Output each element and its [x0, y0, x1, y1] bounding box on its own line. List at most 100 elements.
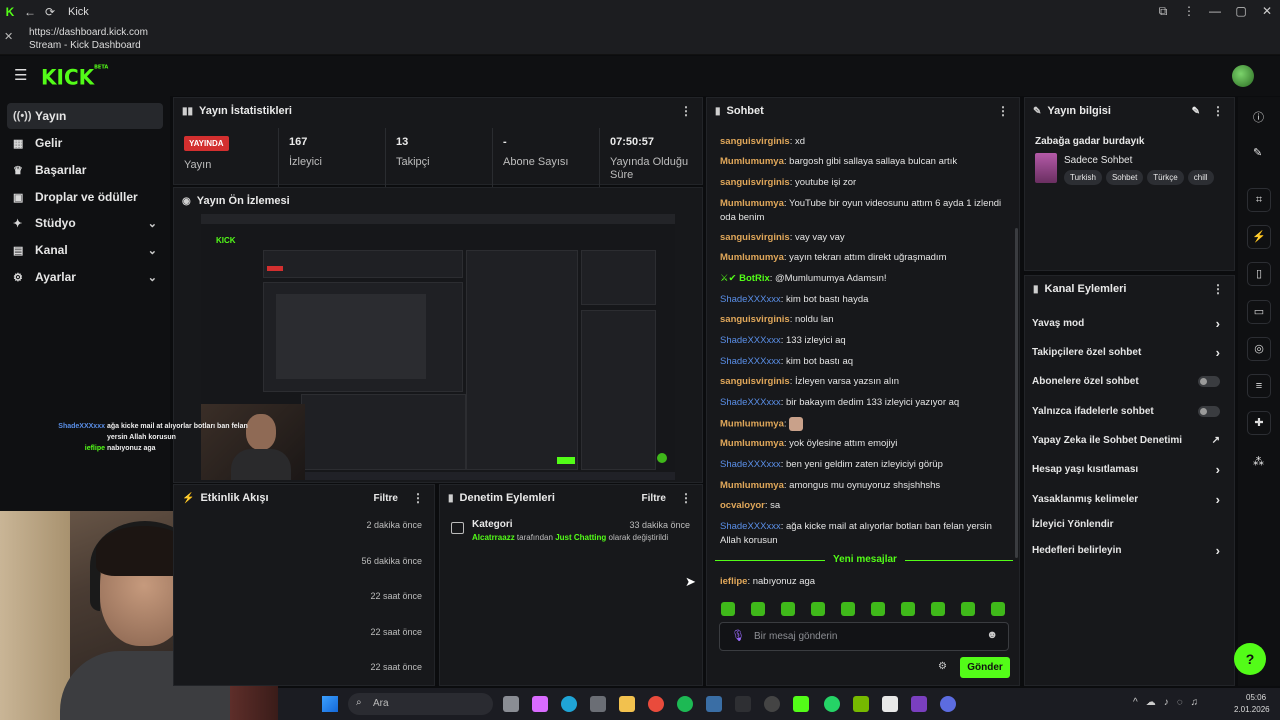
- rail-broadcast-icon[interactable]: ◎: [1247, 337, 1271, 361]
- chat-username[interactable]: ieflipe: [720, 576, 747, 587]
- rail-chat-icon[interactable]: ▭: [1247, 300, 1271, 324]
- chat-username[interactable]: Mumlumumya: [720, 480, 784, 491]
- tag[interactable]: Sohbet: [1105, 170, 1144, 185]
- new-messages-label[interactable]: Yeni mesajlar: [825, 554, 905, 565]
- clock-time[interactable]: 05:06: [1246, 693, 1266, 702]
- taskview-icon[interactable]: [503, 696, 519, 712]
- chat-scrollbar[interactable]: [1015, 228, 1018, 558]
- send-button[interactable]: Gönder: [960, 657, 1010, 678]
- pencil-icon[interactable]: ✎: [1253, 146, 1262, 159]
- whatsapp-icon[interactable]: [824, 696, 840, 712]
- chat-username[interactable]: ShadeXXXxxx: [720, 335, 781, 346]
- chat-settings-icon[interactable]: ⚙: [938, 661, 947, 672]
- rail-bolt-icon[interactable]: ⚡: [1247, 225, 1271, 249]
- rail-capture-icon[interactable]: ⌗: [1247, 188, 1271, 212]
- back-icon[interactable]: ←: [20, 5, 40, 19]
- sidebar-item-gelir[interactable]: ▦ Gelir: [7, 130, 163, 156]
- sidebar-item-droplar[interactable]: ▣ Droplar ve ödüller: [7, 184, 163, 210]
- emote-icon[interactable]: [721, 602, 735, 616]
- sidebar-item-yayin[interactable]: ((•)) Yayın: [7, 103, 163, 129]
- close-tab-icon[interactable]: ✕: [4, 30, 13, 43]
- more-icon[interactable]: ⋮: [680, 491, 692, 505]
- chat-username[interactable]: ShadeXXXxxx: [720, 397, 781, 408]
- category-name[interactable]: Sadece Sohbet: [1064, 155, 1132, 166]
- url-text[interactable]: https://dashboard.kick.com: [29, 27, 148, 38]
- clock-date[interactable]: 2.01.2026: [1234, 705, 1270, 714]
- emote-icon[interactable]: [811, 602, 825, 616]
- moderation-category[interactable]: Just Chatting: [555, 533, 606, 542]
- kick-app-icon[interactable]: [793, 696, 809, 712]
- epic-icon[interactable]: [735, 696, 751, 712]
- tag[interactable]: Turkish: [1064, 170, 1102, 185]
- more-icon[interactable]: ⋮: [1212, 282, 1224, 296]
- store-icon[interactable]: [590, 696, 606, 712]
- action-set-goals[interactable]: Hedefleri belirleyin ›: [1032, 536, 1228, 564]
- reload-icon[interactable]: ⟳: [40, 5, 60, 19]
- action-account-age[interactable]: Hesap yaşı kısıtlaması ›: [1032, 455, 1228, 483]
- more-icon[interactable]: ⋮: [997, 104, 1009, 118]
- more-icon[interactable]: ⋮: [680, 104, 692, 118]
- action-redirect-viewers[interactable]: İzleyici Yönlendir: [1032, 510, 1228, 538]
- tag[interactable]: Türkçe: [1147, 170, 1184, 185]
- action-followers-only[interactable]: Takipçilere özel sohbet ›: [1032, 338, 1228, 366]
- emote-icon[interactable]: [751, 602, 765, 616]
- sidebar-item-kanal[interactable]: ▤ Kanal ⌄: [7, 237, 163, 263]
- chat-username[interactable]: sanguisvirginis: [720, 136, 790, 147]
- avatar[interactable]: [1232, 65, 1254, 87]
- nvidia-icon[interactable]: [853, 696, 869, 712]
- extension-icon[interactable]: ⧉: [1150, 0, 1176, 23]
- rail-clip-icon[interactable]: ▯: [1247, 262, 1271, 286]
- chat-username[interactable]: ShadeXXXxxx: [720, 521, 781, 532]
- emote-icon[interactable]: [991, 602, 1005, 616]
- emote-icon[interactable]: [931, 602, 945, 616]
- edge-icon[interactable]: [561, 696, 577, 712]
- rail-dots-icon[interactable]: ⁂: [1253, 455, 1264, 468]
- emotes-only-toggle[interactable]: [1198, 405, 1220, 417]
- chat-username[interactable]: Mumlumumya: [720, 198, 784, 209]
- moderation-actor[interactable]: Alcatrraazz: [472, 533, 515, 542]
- chat-username[interactable]: sanguisvirginis: [720, 314, 790, 325]
- sidebar-item-basarilar[interactable]: ♛ Başarılar: [7, 157, 163, 183]
- stream-preview-video[interactable]: KICK: [201, 214, 675, 480]
- more-icon[interactable]: ⋮: [1176, 0, 1202, 23]
- chat-username[interactable]: sanguisvirginis: [720, 232, 790, 243]
- more-icon[interactable]: ⋮: [412, 491, 424, 505]
- steam-icon[interactable]: [706, 696, 722, 712]
- minimize-button[interactable]: —: [1202, 0, 1228, 23]
- obs-icon[interactable]: [764, 696, 780, 712]
- chat-username[interactable]: ShadeXXXxxx: [720, 294, 781, 305]
- tray-icons[interactable]: ^☁♪◌♫: [1133, 697, 1206, 708]
- chat-username[interactable]: Mumlumumya: [720, 419, 784, 430]
- close-button[interactable]: ✕: [1254, 0, 1280, 23]
- rail-list-icon[interactable]: ≡: [1247, 374, 1271, 398]
- emote-icon[interactable]: [781, 602, 795, 616]
- chat-username[interactable]: sanguisvirginis: [720, 376, 790, 387]
- sidebar-item-studyo[interactable]: ✦ Stüdyo ⌄: [7, 210, 163, 236]
- start-icon[interactable]: [322, 696, 338, 712]
- emoji-picker-icon[interactable]: ☻: [986, 629, 998, 641]
- chat-username[interactable]: ocvaloyor: [720, 500, 765, 511]
- more-icon[interactable]: ⋮: [1212, 104, 1224, 118]
- help-button[interactable]: ?: [1234, 643, 1266, 675]
- microphone-icon[interactable]: 🎙: [731, 629, 745, 642]
- emote-icon[interactable]: [901, 602, 915, 616]
- sidebar-item-ayarlar[interactable]: ⚙ Ayarlar ⌄: [7, 264, 163, 290]
- chat-username[interactable]: Mumlumumya: [720, 156, 784, 167]
- explorer-icon[interactable]: [619, 696, 635, 712]
- chat-username[interactable]: ShadeXXXxxx: [720, 356, 781, 367]
- subscribers-only-toggle[interactable]: [1198, 375, 1220, 387]
- kick-logo[interactable]: KICKBETA: [41, 64, 108, 89]
- chat-username[interactable]: Mumlumumya: [720, 438, 784, 449]
- chrome-icon[interactable]: [648, 696, 664, 712]
- chat-input[interactable]: 🎙 Bir mesaj gönderin ☻: [719, 622, 1009, 651]
- widget-icon[interactable]: [532, 696, 548, 712]
- emote-icon[interactable]: [961, 602, 975, 616]
- chat-username[interactable]: ShadeXXXxxx: [720, 459, 781, 470]
- activity-filter-button[interactable]: Filtre: [374, 493, 398, 504]
- chat-username[interactable]: BotRix: [739, 273, 770, 284]
- emote-icon[interactable]: [841, 602, 855, 616]
- spotify-icon[interactable]: [677, 696, 693, 712]
- action-ai-moderation[interactable]: Yapay Zeka ile Sohbet Denetimi ↗: [1032, 426, 1228, 454]
- chat-username[interactable]: sanguisvirginis: [720, 177, 790, 188]
- chat-username[interactable]: Mumlumumya: [720, 252, 784, 263]
